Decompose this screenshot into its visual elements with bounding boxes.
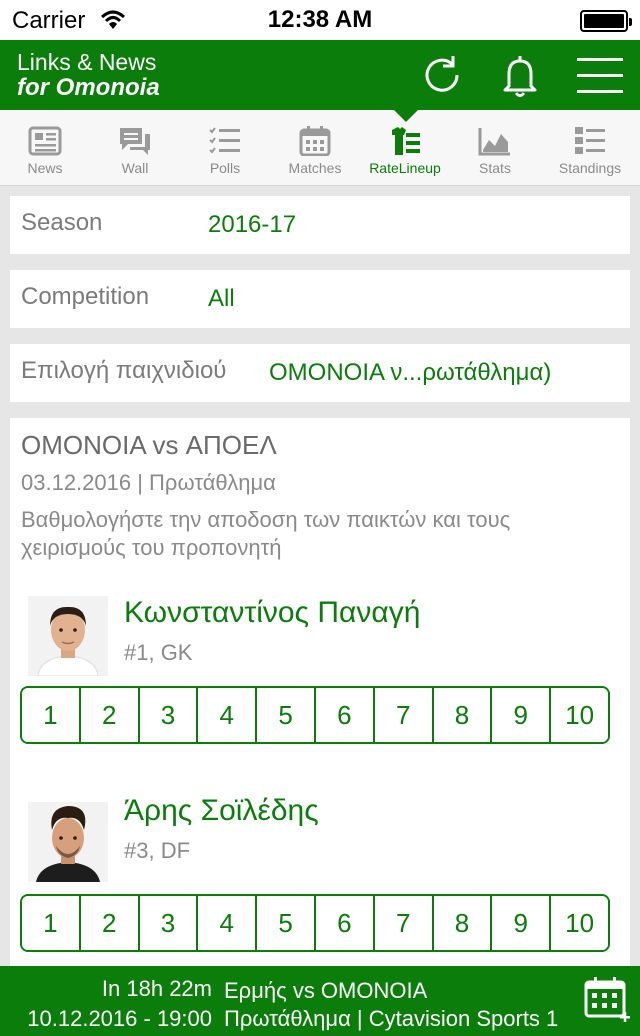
rating-selector: 1 2 3 4 5 6 7 8 9 10 — [20, 686, 610, 744]
tab-label: Stats — [479, 160, 511, 176]
rating-option-1[interactable]: 1 — [22, 896, 81, 950]
rating-option-4[interactable]: 4 — [198, 896, 258, 950]
refresh-icon — [425, 56, 459, 92]
active-tab-pointer — [392, 108, 420, 122]
tab-wall[interactable]: Wall — [90, 110, 180, 186]
next-match-details: Πρωτάθλημα | Cytavision Sports 1 — [224, 1006, 559, 1031]
tab-standings[interactable]: Standings — [545, 110, 635, 186]
standings-icon — [575, 127, 605, 154]
clock: 12:38 AM — [267, 6, 373, 33]
battery-icon — [580, 10, 632, 32]
match-meta: 03.12.2016 | Πρωτάθλημα — [21, 470, 276, 495]
next-match-datetime: 10.12.2016 - 19:00 — [27, 1006, 212, 1031]
news-icon — [28, 126, 62, 156]
player-name: Άρης Σοϊλέδης — [124, 794, 319, 827]
tab-stats[interactable]: Stats — [450, 110, 540, 186]
bell-icon — [503, 56, 537, 97]
rating-option-1[interactable]: 1 — [22, 688, 81, 742]
tab-label: News — [27, 160, 63, 176]
rating-option-7[interactable]: 7 — [374, 688, 434, 742]
next-match-countdown: In 18h 22m — [101, 976, 212, 1001]
hamburger-icon — [577, 58, 623, 93]
rating-option-5[interactable]: 5 — [257, 688, 316, 742]
player-name: Κωνσταντίνος Παναγή — [124, 596, 421, 629]
notifications-button[interactable] — [495, 50, 545, 100]
player-photo — [28, 596, 108, 676]
game-label: Επιλογή παιχνιδιού — [21, 357, 227, 384]
tab-label: Wall — [121, 160, 149, 176]
game-selector[interactable]: Επιλογή παιχνιδιού ΟΜΟΝΟΙΑ ν...ρωτάθλημα… — [10, 344, 630, 402]
menu-button[interactable] — [575, 50, 625, 100]
season-selector[interactable]: Season 2016-17 — [10, 196, 630, 254]
match-rating-card: ΟΜΟΝΟΙΑ vs ΑΠΟΕΛ 03.12.2016 | Πρωτάθλημα… — [10, 418, 630, 966]
jersey-icon — [392, 127, 420, 155]
wall-icon — [120, 128, 150, 155]
rating-option-4[interactable]: 4 — [198, 688, 258, 742]
app-header: Links & News for Omonoia — [0, 40, 640, 110]
player-photo — [28, 802, 108, 882]
status-bar: Carrier 12:38 AM — [0, 0, 640, 40]
refresh-button[interactable] — [417, 50, 467, 100]
rating-option-9[interactable]: 9 — [492, 688, 552, 742]
rating-option-3[interactable]: 3 — [139, 896, 199, 950]
calendar-add-icon — [584, 977, 630, 1022]
rating-option-10[interactable]: 10 — [551, 688, 608, 742]
rating-option-6[interactable]: 6 — [315, 896, 375, 950]
rating-selector: 1 2 3 4 5 6 7 8 9 10 — [20, 894, 610, 952]
tab-bar: News Wall Polls Matches RateLineup Stats… — [0, 110, 640, 186]
tab-label: Matches — [288, 160, 342, 176]
next-match-teams: Ερμής vs ΟΜΟΝΟΙΑ — [224, 978, 428, 1003]
rating-option-10[interactable]: 10 — [551, 896, 608, 950]
next-match-banner[interactable]: In 18h 22m 10.12.2016 - 19:00 Ερμής vs Ο… — [0, 966, 640, 1036]
add-to-calendar-button[interactable] — [584, 976, 630, 1031]
rating-option-3[interactable]: 3 — [139, 688, 199, 742]
season-label: Season — [21, 209, 103, 236]
player-row: Άρης Σοϊλέδης #3, DF 1 2 3 4 5 6 7 8 9 1… — [10, 794, 630, 966]
competition-label: Competition — [21, 283, 150, 310]
app-title-line2: for Omonoia — [17, 74, 160, 101]
player-position: #1, GK — [124, 640, 193, 665]
chart-icon — [478, 128, 510, 156]
app-title: Links & News for Omonoia — [17, 50, 160, 101]
rating-option-2[interactable]: 2 — [80, 896, 140, 950]
tab-label: RateLineup — [369, 160, 441, 176]
tab-matches[interactable]: Matches — [270, 110, 360, 186]
competition-value: All — [208, 285, 235, 312]
season-value: 2016-17 — [208, 211, 297, 238]
tab-label: Standings — [558, 160, 622, 176]
player-position: #3, DF — [124, 838, 191, 863]
rating-option-8[interactable]: 8 — [433, 688, 493, 742]
rating-option-8[interactable]: 8 — [433, 896, 493, 950]
tab-news[interactable]: News — [0, 110, 90, 186]
game-value: ΟΜΟΝΟΙΑ ν...ρωτάθλημα) — [269, 359, 552, 386]
rating-instructions: Βαθμολογήστε την αποδοση των παικτών και… — [21, 507, 511, 560]
rating-option-9[interactable]: 9 — [492, 896, 552, 950]
player-row: Κωνσταντίνος Παναγή #1, GK 1 2 3 4 5 6 7… — [10, 596, 630, 786]
rating-option-5[interactable]: 5 — [257, 896, 316, 950]
rating-option-6[interactable]: 6 — [315, 688, 375, 742]
competition-selector[interactable]: Competition All — [10, 270, 630, 328]
rating-option-7[interactable]: 7 — [374, 896, 434, 950]
rating-option-2[interactable]: 2 — [80, 688, 140, 742]
calendar-icon — [299, 126, 331, 156]
tab-polls[interactable]: Polls — [180, 110, 270, 186]
match-title: ΟΜΟΝΟΙΑ vs ΑΠΟΕΛ — [21, 430, 277, 460]
tab-label: Polls — [209, 160, 241, 176]
app-title-line1: Links & News — [17, 49, 157, 75]
polls-icon — [209, 127, 240, 154]
